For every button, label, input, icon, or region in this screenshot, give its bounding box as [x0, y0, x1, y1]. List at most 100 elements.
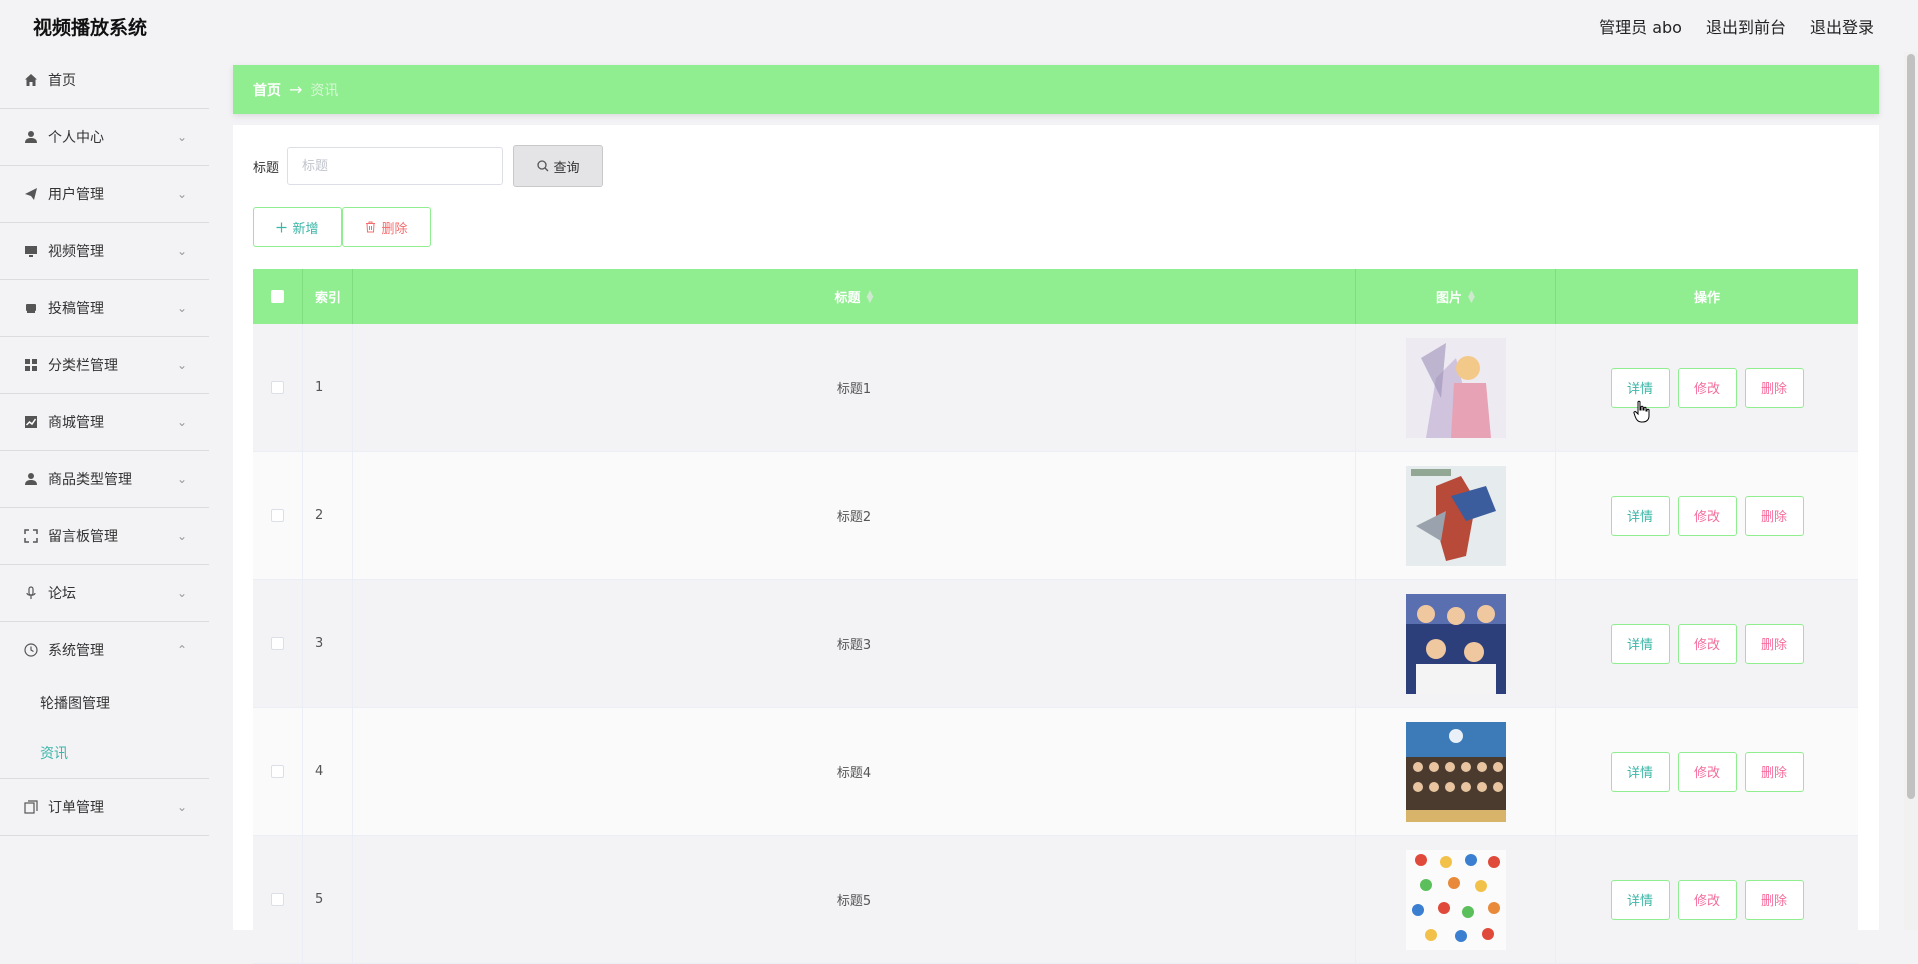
sidebar-item-system-management[interactable]: 系统管理 ⌃	[0, 622, 209, 678]
sidebar-item-product-type-management[interactable]: 商品类型管理 ⌄	[0, 451, 209, 508]
sidebar-item-label: 商城管理	[48, 415, 104, 431]
submenu-item-news[interactable]: 资讯	[0, 728, 209, 778]
row-index: 5	[303, 836, 353, 963]
printer-icon	[22, 299, 40, 317]
admin-user-label[interactable]: 管理员 abo	[1599, 14, 1682, 38]
sort-icon[interactable]: ▲ ▼	[867, 289, 874, 304]
sidebar-item-label: 论坛	[48, 586, 76, 602]
bulk-delete-button[interactable]: 删除	[342, 207, 431, 247]
chevron-down-icon: ⌄	[176, 358, 187, 372]
sidebar-item-message-board-management[interactable]: 留言板管理 ⌄	[0, 508, 209, 565]
row-actions: 详情 修改 删除	[1556, 708, 1858, 835]
delete-button[interactable]: 删除	[1744, 879, 1804, 920]
sidebar-item-label: 系统管理	[48, 643, 104, 659]
edit-button[interactable]: 修改	[1677, 751, 1737, 792]
row-check-cell	[253, 836, 303, 963]
row-title: 标题4	[353, 708, 1356, 835]
chevron-down-icon: ⌄	[176, 586, 187, 600]
sidebar-item-video-management[interactable]: 视频管理 ⌄	[0, 223, 209, 280]
chart-icon	[22, 413, 40, 431]
detail-button[interactable]: 详情	[1610, 495, 1670, 536]
table-row: 2 标题2 详情 修改 删除	[253, 452, 1858, 580]
detail-button[interactable]: 详情	[1610, 879, 1670, 920]
exit-to-front-link[interactable]: 退出到前台	[1706, 14, 1786, 38]
search-button[interactable]: 查询	[513, 145, 604, 187]
thumbnail-image[interactable]	[1405, 849, 1506, 950]
edit-button[interactable]: 修改	[1677, 623, 1737, 664]
header-operation: 操作	[1693, 291, 1720, 306]
header-image[interactable]: 图片 ▲ ▼	[1356, 269, 1556, 324]
breadcrumb: 首页 → 资讯	[233, 65, 1879, 114]
row-checkbox[interactable]	[271, 893, 284, 906]
header-title[interactable]: 标题 ▲ ▼	[353, 269, 1356, 324]
edit-button[interactable]: 修改	[1677, 879, 1737, 920]
row-image-cell	[1356, 708, 1556, 835]
thumbnail-image[interactable]	[1405, 465, 1506, 566]
add-button-label: 新增	[292, 221, 319, 237]
sidebar-item-label: 首页	[48, 73, 76, 89]
edit-button[interactable]: 修改	[1677, 495, 1737, 536]
sidebar-item-submission-management[interactable]: 投稿管理 ⌄	[0, 280, 209, 337]
thumbnail-image[interactable]	[1405, 593, 1506, 694]
trash-icon	[365, 221, 376, 233]
grid-icon	[22, 356, 40, 374]
search-form: 标题 查询	[253, 145, 604, 187]
thumbnail-image[interactable]	[1405, 721, 1506, 822]
submenu-item-carousel[interactable]: 轮播图管理	[0, 678, 209, 728]
detail-button[interactable]: 详情	[1610, 623, 1670, 664]
row-checkbox[interactable]	[271, 637, 284, 650]
row-index: 2	[303, 452, 353, 579]
user-icon	[22, 470, 40, 488]
sidebar: 首页 个人中心 ⌄ 用户管理 ⌄ 视频管理 ⌄ 投稿管理 ⌄ 分类栏管理 ⌄ 商…	[0, 52, 209, 930]
row-title: 标题5	[353, 836, 1356, 963]
breadcrumb-home[interactable]: 首页	[253, 80, 281, 100]
delete-button[interactable]: 删除	[1744, 495, 1804, 536]
thumbnail-image[interactable]	[1405, 337, 1506, 438]
row-image-cell	[1356, 452, 1556, 579]
chevron-down-icon: ⌄	[176, 800, 187, 814]
plus-icon	[276, 222, 287, 233]
row-checkbox[interactable]	[271, 381, 284, 394]
table-row: 3 标题3 详情 修改 删除	[253, 580, 1858, 708]
sort-icon[interactable]: ▲ ▼	[1468, 289, 1475, 304]
detail-button[interactable]: 详情	[1610, 751, 1670, 792]
header-title-label: 标题	[834, 291, 861, 306]
header-index: 索引	[303, 269, 353, 324]
sidebar-item-personal-center[interactable]: 个人中心 ⌄	[0, 109, 209, 166]
sidebar-item-user-management[interactable]: 用户管理 ⌄	[0, 166, 209, 223]
row-checkbox[interactable]	[271, 509, 284, 522]
delete-button[interactable]: 删除	[1744, 751, 1804, 792]
breadcrumb-arrow-icon: →	[289, 80, 303, 99]
row-checkbox[interactable]	[271, 765, 284, 778]
delete-button[interactable]: 删除	[1744, 623, 1804, 664]
row-check-cell	[253, 580, 303, 707]
row-image-cell	[1356, 836, 1556, 963]
copy-icon	[22, 798, 40, 816]
row-index: 3	[303, 580, 353, 707]
sidebar-item-order-management[interactable]: 订单管理 ⌄	[0, 779, 209, 836]
sidebar-item-category-management[interactable]: 分类栏管理 ⌄	[0, 337, 209, 394]
edit-button[interactable]: 修改	[1677, 367, 1737, 408]
sidebar-item-label: 个人中心	[48, 130, 104, 146]
microphone-icon	[22, 584, 40, 602]
logout-link[interactable]: 退出登录	[1810, 14, 1874, 38]
sidebar-item-forum[interactable]: 论坛 ⌄	[0, 565, 209, 622]
scrollbar-thumb[interactable]	[1907, 54, 1915, 799]
home-icon	[22, 71, 40, 89]
sidebar-item-mall-management[interactable]: 商城管理 ⌄	[0, 394, 209, 451]
search-button-label: 查询	[553, 160, 580, 176]
header-select-all-cell	[253, 269, 303, 324]
page-scrollbar[interactable]	[1904, 52, 1918, 930]
sidebar-item-home[interactable]: 首页	[0, 52, 209, 109]
chevron-down-icon: ⌄	[176, 301, 187, 315]
header-actions: 管理员 abo 退出到前台 退出登录	[1575, 14, 1874, 38]
table-row: 5 标题5 详情 修改 删除	[253, 836, 1858, 964]
row-index: 1	[303, 324, 353, 451]
select-all-checkbox[interactable]	[271, 290, 284, 303]
row-actions: 详情 修改 删除	[1556, 324, 1858, 451]
title-search-input[interactable]	[287, 147, 504, 185]
delete-button[interactable]: 删除	[1744, 367, 1804, 408]
add-button[interactable]: 新增	[253, 207, 342, 247]
chevron-down-icon: ⌄	[176, 244, 187, 258]
news-table: 索引 标题 ▲ ▼ 图片 ▲ ▼ 操作 1 标题1 详情 修改 删除 2 标题2…	[253, 269, 1858, 964]
